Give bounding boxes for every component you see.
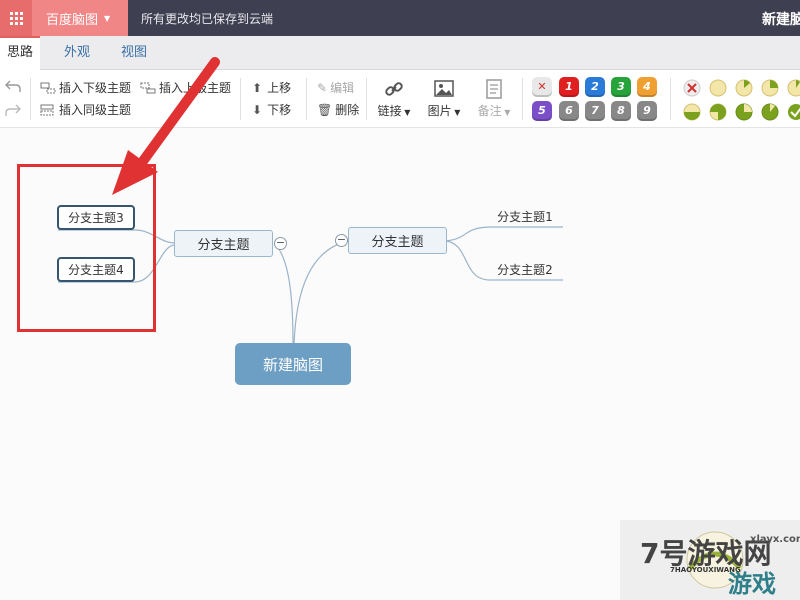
annotation-arrow [112, 57, 220, 195]
watermark-text-2: 游戏 [728, 570, 776, 598]
watermark: 7号游戏网 xlayx.com 7HAOYOUXIWANG 游戏 [620, 520, 800, 600]
watermark-url: xlayx.com [750, 534, 800, 545]
